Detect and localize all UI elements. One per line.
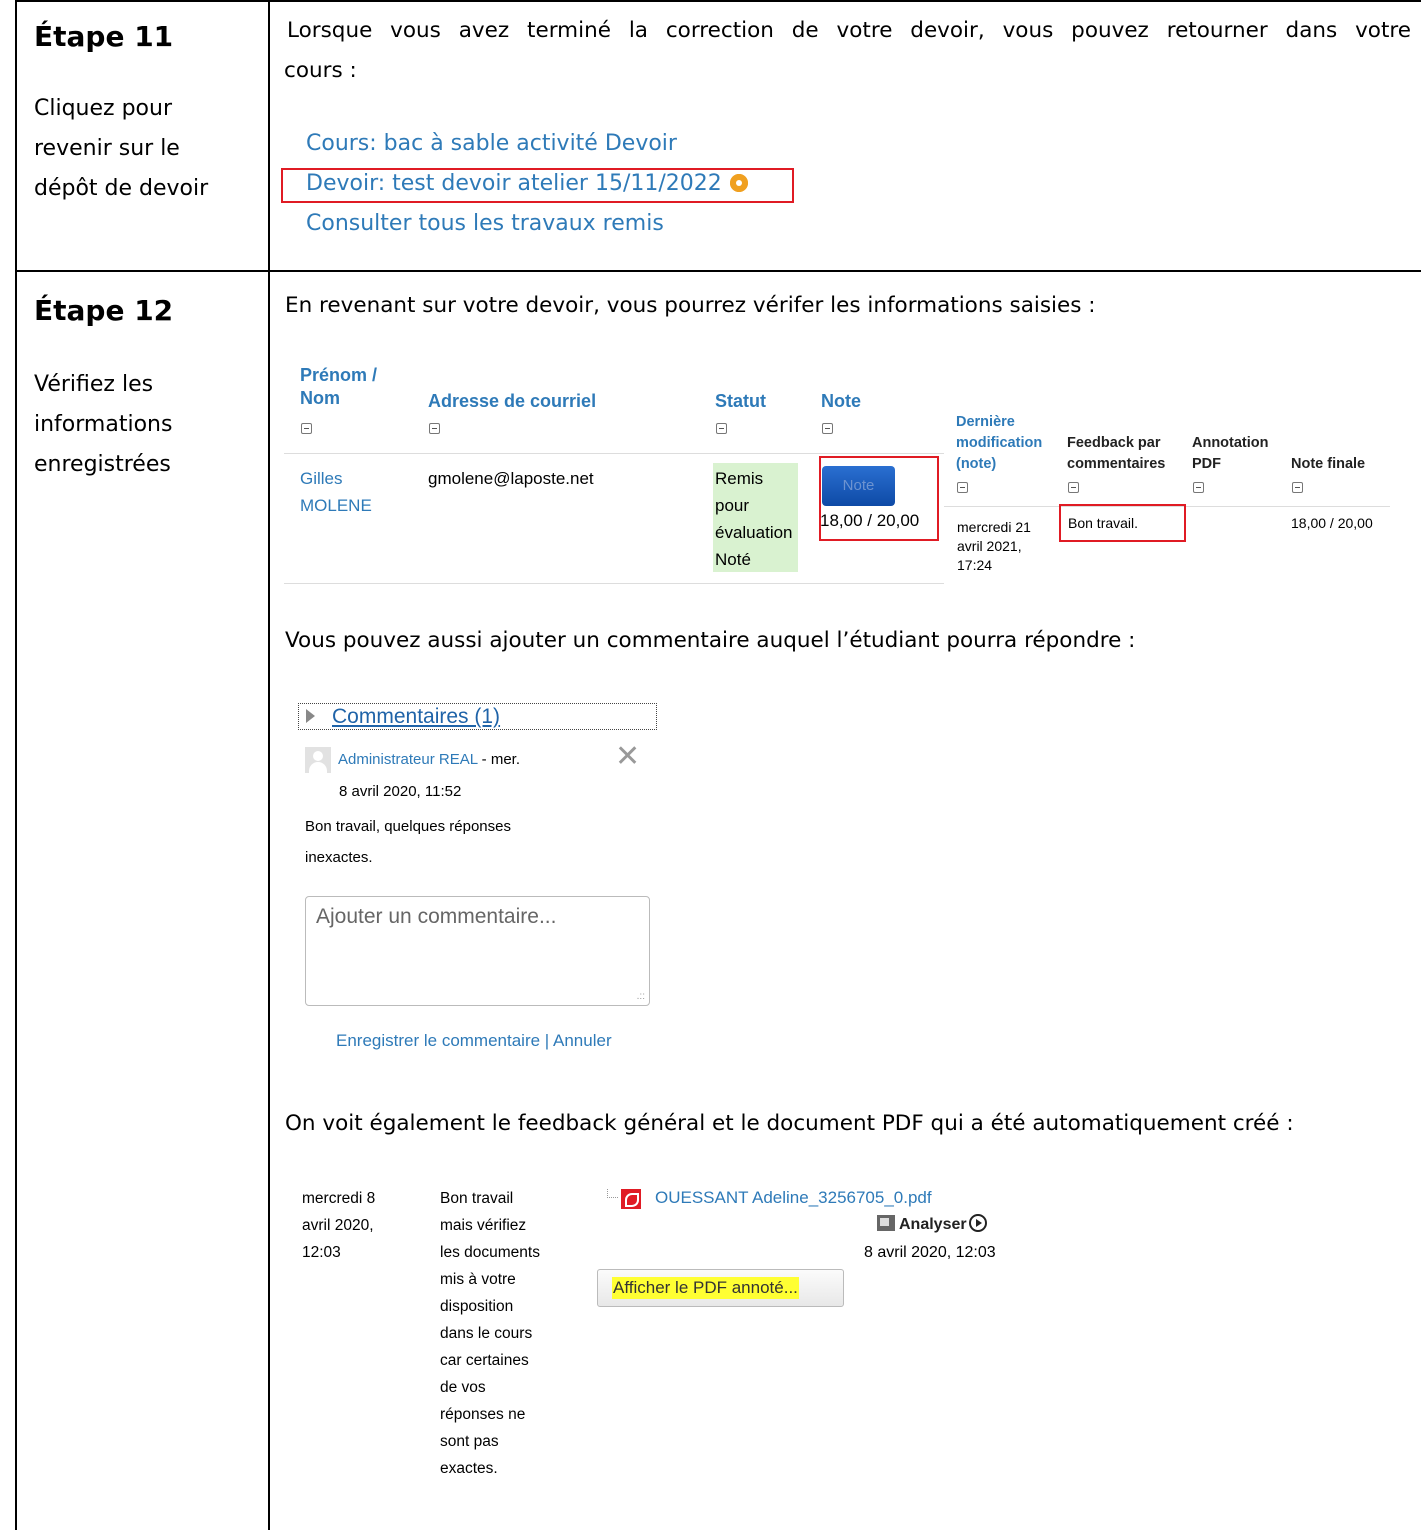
frame-divider (268, 0, 270, 1530)
step-12-title: Étape 12 (34, 294, 174, 327)
table-bottom-rule (284, 583, 944, 584)
document-icon (877, 1215, 895, 1231)
col-pdf-annotation-header: Annotation PDF (1192, 435, 1269, 472)
col-name-header[interactable]: Prénom / Nom (300, 364, 377, 410)
comment-author-link[interactable]: Administrateur REAL (338, 751, 478, 768)
col-final-grade-header: Note finale (1291, 456, 1366, 472)
col-status-header[interactable]: Statut (715, 390, 766, 413)
comment-meta: Administrateur REAL - mer. (338, 751, 521, 768)
resize-grip-icon[interactable]: .:: (637, 991, 645, 1002)
pdf-file-link[interactable]: OUESSANT Adeline_3256705_0.pdf (655, 1184, 932, 1211)
frame-left (15, 0, 17, 1530)
play-icon (968, 1214, 987, 1232)
col-last-modified-header[interactable]: Dernière modification (note) (956, 412, 1042, 475)
view-all-submissions-link[interactable]: Consulter tous les travaux remis (306, 211, 664, 236)
step-12-intro: En revenant sur votre devoir, vous pourr… (285, 293, 1096, 318)
collapse-icon[interactable] (301, 423, 312, 434)
highlight-box-feedback (1059, 504, 1186, 542)
final-grade-value: 18,00 / 20,00 (1291, 515, 1373, 531)
student-name-link[interactable]: Gilles MOLENE (300, 465, 372, 519)
collapse-icon[interactable] (1292, 482, 1303, 493)
col-feedback-header: Feedback par commentaires (1067, 435, 1166, 472)
student-email: gmolene@laposte.net (428, 469, 594, 488)
pdf-file-date: 8 avril 2020, 12:03 (864, 1244, 996, 1261)
feedback-intro: On voit également le feedback général et… (285, 1111, 1294, 1136)
last-modified-value: mercredi 21 avril 2021, 17:24 (957, 519, 1031, 573)
analyse-button[interactable]: Analyser (877, 1214, 987, 1234)
delete-comment-icon[interactable]: ✕ (615, 742, 640, 772)
col-grade-header[interactable]: Note (821, 390, 861, 413)
collapse-icon[interactable] (716, 423, 727, 434)
comments-toggle-link[interactable]: Commentaires (1) (332, 704, 500, 730)
step-12-subtitle: Vérifiez les informations enregistrées (34, 372, 173, 477)
feedback-text: Bon travail mais vérifiez les documents mis… (440, 1190, 540, 1477)
highlight-box-assignment (281, 168, 794, 203)
collapse-icon[interactable] (1193, 482, 1204, 493)
feedback-date: mercredi 8 avril 2020, 12:03 (302, 1190, 376, 1261)
tree-connector (607, 1189, 618, 1198)
collapse-icon[interactable] (957, 482, 968, 493)
show-annotated-pdf-button[interactable]: Afficher le PDF annoté... (597, 1269, 844, 1307)
table-header-rule (284, 453, 944, 454)
comment-actions: Enregistrer le commentaire | Annuler (336, 1031, 612, 1050)
frame-row-separator (15, 270, 1421, 272)
comment-intro: Vous pouvez aussi ajouter un commentaire… (285, 628, 1136, 653)
step-11-subtitle: Cliquez pour revenir sur le dépôt de dev… (34, 96, 209, 201)
step-11-intro: Lorsque vous avez terminé la correction … (284, 18, 1411, 83)
frame-top (15, 0, 1421, 2)
step-11-title: Étape 11 (34, 20, 174, 53)
pdf-file-icon (621, 1189, 641, 1209)
cancel-comment-link[interactable]: Annuler (553, 1031, 612, 1050)
comment-date: 8 avril 2020, 11:52 (339, 783, 462, 800)
comment-text: Bon travail, quelques réponses inexactes. (305, 818, 511, 866)
course-link[interactable]: Cours: bac à sable activité Devoir (306, 131, 677, 156)
submission-status: Remis pour évaluation Noté (715, 469, 793, 569)
save-comment-link[interactable]: Enregistrer le commentaire (336, 1031, 540, 1050)
comments-header[interactable]: Commentaires (1) (298, 703, 657, 730)
expand-triangle-icon[interactable] (306, 709, 315, 723)
collapse-icon[interactable] (1068, 482, 1079, 493)
highlight-box-grade (819, 456, 939, 541)
avatar (305, 747, 331, 773)
comment-input[interactable]: Ajouter un commentaire... .:: (305, 896, 650, 1006)
collapse-icon[interactable] (822, 423, 833, 434)
col-email-header[interactable]: Adresse de courriel (428, 390, 596, 413)
collapse-icon[interactable] (429, 423, 440, 434)
